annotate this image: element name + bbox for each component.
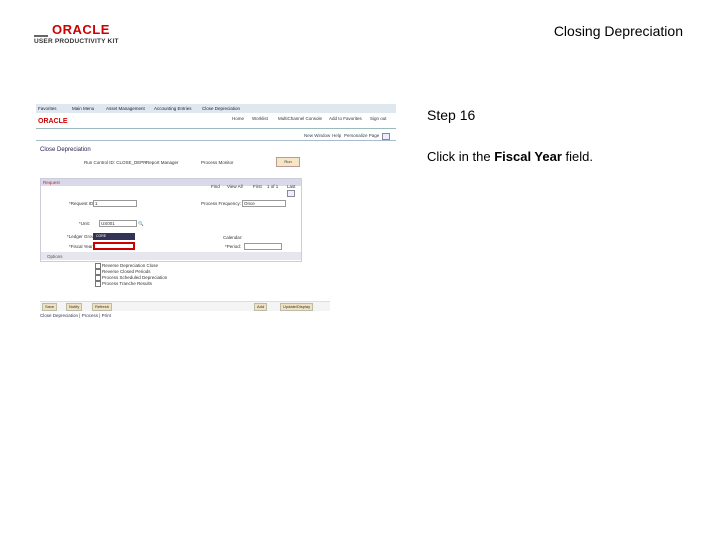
save-button[interactable]: Save [42,303,58,311]
footer-links[interactable]: Close Depreciation | Process | Print [40,313,111,318]
link-add-favorites[interactable]: Add to Favorites [329,116,362,121]
oracle-header: ORACLE Home Worklist MultiChannel Consol… [36,114,396,129]
unit-field[interactable]: US001 [99,220,137,227]
upk-logo: ORACLE USER PRODUCTIVITY KIT [34,22,126,48]
row-count: 1 of 1 [267,184,279,189]
scheduled-depr-label: Process Scheduled Depreciation [102,275,168,280]
link-worklist[interactable]: Worklist [252,116,268,121]
tranche-label: Process Tranche Results [102,281,153,286]
request-panel-header: Request [41,179,301,186]
process-monitor-link[interactable]: Process Monitor [201,160,234,165]
reverse-close-label: Reverse Depreciation Close [102,263,159,268]
options-header: Options [41,252,301,260]
nav-asset-management[interactable]: Asset Management [106,106,145,111]
request-panel: Request Find View All First 1 of 1 Last … [40,178,302,262]
unit-label: *Unit: [79,221,91,226]
nav-close-depreciation[interactable]: Close Depreciation [202,106,240,111]
oracle-logo: ORACLE [38,118,68,125]
nav-favorites[interactable]: Favorites [38,106,57,111]
link-personalize[interactable]: Personalize Page [344,133,379,138]
options-title: Options [47,254,63,259]
link-home[interactable]: Home [232,116,244,121]
logo-product: USER PRODUCTIVITY KIT [34,38,119,45]
link-sign-out[interactable]: Sign out [370,116,387,121]
report-manager-link[interactable]: Report Manager [146,160,179,165]
document-title: Closing Depreciation [553,23,683,39]
step-instruction: Click in the Fiscal Year field. [427,149,593,164]
first-link[interactable]: First [253,184,262,189]
link-help[interactable]: Help [332,133,341,138]
period-field[interactable] [244,243,282,250]
period-label: *Period: [225,244,242,249]
logo-underline [34,35,48,37]
nav-accounting-entries[interactable]: Accounting Entries [154,106,192,111]
link-multichannel[interactable]: MultiChannel Console [278,116,322,121]
process-frequency-label: Process Frequency: [201,201,242,206]
logo-brand: ORACLE [52,22,110,37]
reverse-periods-label: Reverse Closed Periods [102,269,151,274]
find-link[interactable]: Find [211,184,220,189]
calendar-label: Calendar: [223,235,243,240]
link-new-window[interactable]: New Window [304,133,330,138]
view-all-link[interactable]: View All [227,184,243,189]
breadcrumb-nav: Favorites Main Menu Asset Management Acc… [36,104,396,113]
add-button[interactable]: Add [254,303,268,311]
ledger-group-field[interactable]: CORE [93,233,135,240]
page-toolbar: Save Notify Refresh Add Update/Display [40,301,330,311]
request-panel-title: Request [43,180,60,185]
last-link[interactable]: Last [287,184,296,189]
fiscal-year-label: *Fiscal Year: [69,244,95,249]
nav-main-menu[interactable]: Main Menu [72,106,94,111]
run-button[interactable]: Run [276,157,300,167]
unit-lookup-icon[interactable]: 🔍 [138,221,144,227]
page-title: Close Depreciation [40,147,91,153]
personalize-icon[interactable] [382,133,390,140]
sub-links: New Window Help Personalize Page [36,129,396,141]
refresh-button[interactable]: Refresh [92,303,113,311]
fiscal-year-field[interactable] [93,242,135,250]
request-id-field[interactable]: 1 [93,200,137,207]
update-display-button[interactable]: Update/Display [280,303,314,311]
request-id-label: *Request ID: [69,201,95,206]
application-screenshot: Favorites Main Menu Asset Management Acc… [36,104,396,326]
notify-button[interactable]: Notify [66,303,83,311]
tranche-checkbox[interactable] [95,281,101,287]
step-number: Step 16 [427,107,476,123]
process-frequency-select[interactable]: Once [242,200,286,207]
instruction-field-name: Fiscal Year [494,149,562,164]
run-control-id: Run Control ID: CLOSE_DEPR [84,160,147,165]
add-row-icon[interactable] [287,190,295,197]
